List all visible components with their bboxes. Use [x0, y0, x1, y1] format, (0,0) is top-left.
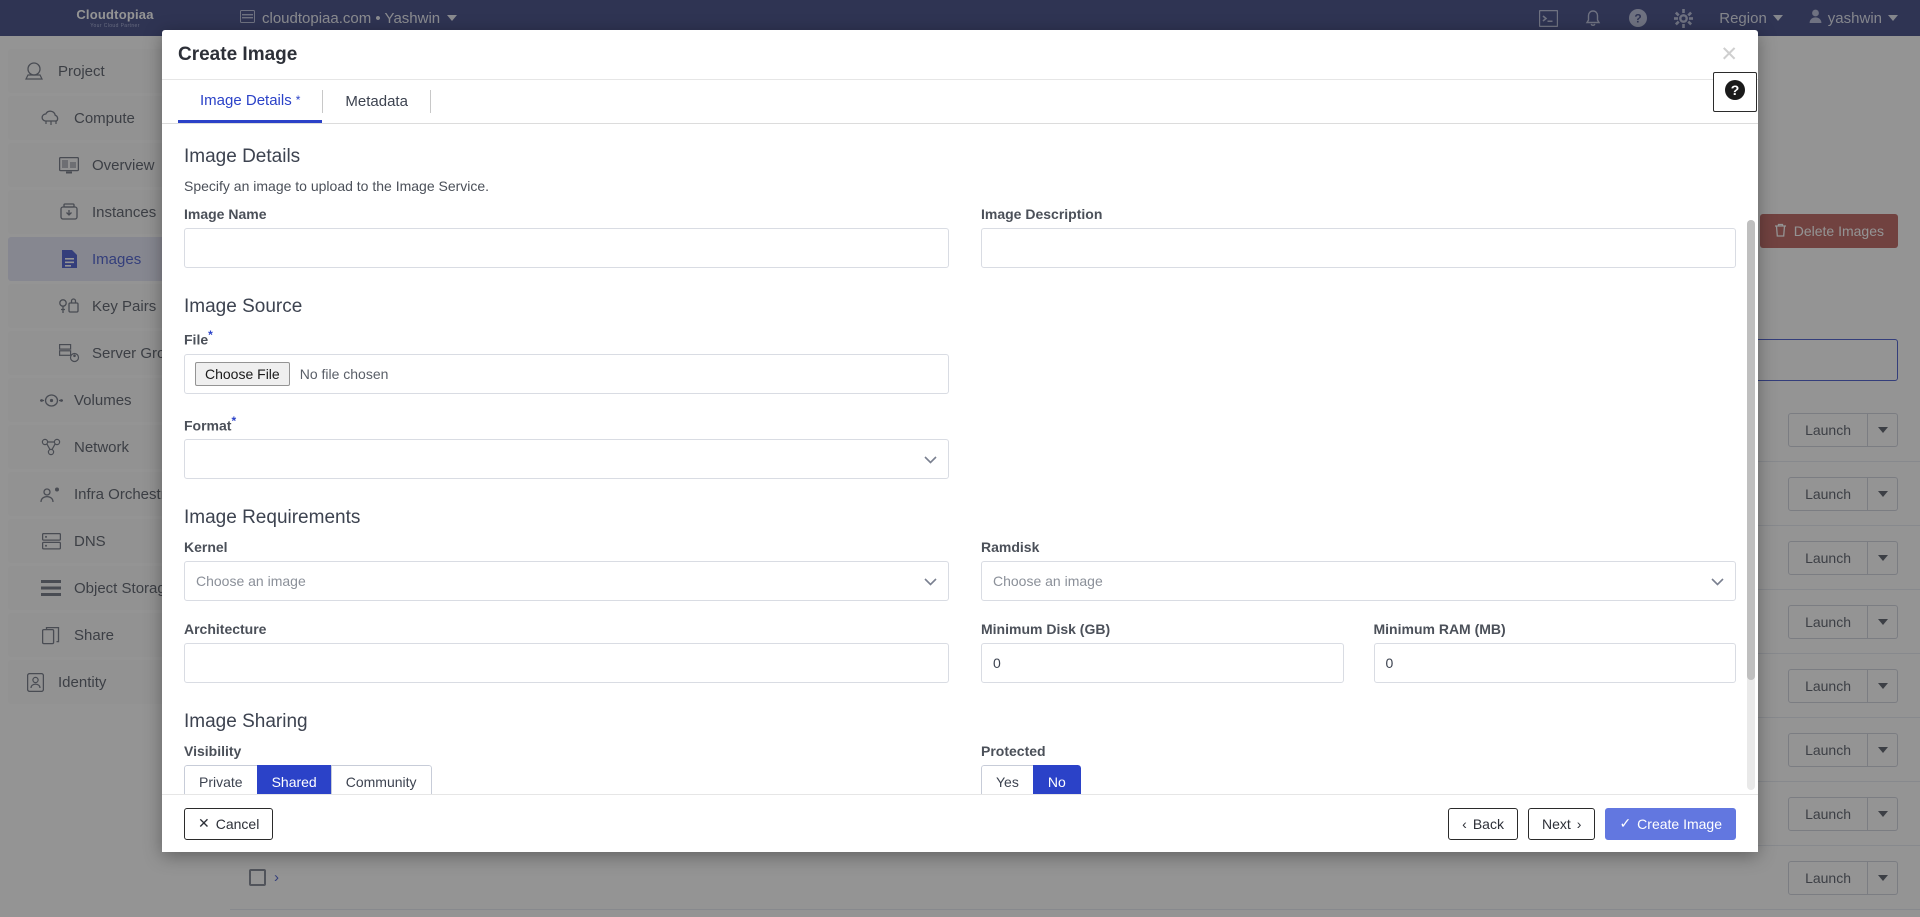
section-heading-image-details: Image Details [184, 146, 1736, 168]
kernel-select-value: Choose an image [196, 573, 306, 589]
protected-option-no[interactable]: No [1033, 765, 1081, 794]
architecture-input[interactable] [184, 643, 949, 683]
protected-option-yes[interactable]: Yes [981, 765, 1033, 794]
check-icon: ✓ [1619, 815, 1631, 832]
create-image-label: Create Image [1637, 816, 1722, 832]
architecture-label: Architecture [184, 621, 949, 637]
modal-footer: ✕ Cancel ‹ Back Next › ✓ Create Image [162, 794, 1758, 852]
file-status-text: No file chosen [300, 366, 389, 382]
help-circle-icon: ? [1724, 79, 1746, 106]
page-title: Create Image [178, 44, 297, 66]
visibility-option-private[interactable]: Private [184, 765, 257, 794]
next-label: Next [1542, 816, 1571, 832]
required-marker: * [208, 328, 213, 342]
visibility-option-community[interactable]: Community [331, 765, 432, 794]
modal-body: Image Details Specify an image to upload… [162, 124, 1758, 794]
protected-label: Protected [981, 743, 1736, 759]
choose-file-button[interactable]: Choose File [195, 362, 290, 386]
x-icon: ✕ [198, 815, 210, 832]
format-label: Format* [184, 414, 949, 434]
scrollbar-thumb[interactable] [1747, 220, 1755, 680]
modal-scrollbar[interactable] [1747, 220, 1755, 790]
cancel-button[interactable]: ✕ Cancel [184, 808, 273, 840]
minimum-ram-input[interactable] [1374, 643, 1737, 683]
image-name-label: Image Name [184, 206, 949, 222]
back-label: Back [1473, 816, 1504, 832]
image-description-label: Image Description [981, 206, 1736, 222]
minimum-disk-label: Minimum Disk (GB) [981, 621, 1344, 637]
tab-label: Metadata [345, 93, 408, 110]
next-button[interactable]: Next › [1528, 808, 1595, 840]
section-heading-image-sharing: Image Sharing [184, 711, 1736, 733]
visibility-option-shared[interactable]: Shared [257, 765, 331, 794]
back-button[interactable]: ‹ Back [1448, 808, 1518, 840]
file-label: File* [184, 328, 949, 348]
modal-tabs: Image Details * Metadata ? [162, 80, 1758, 124]
modal-header: Create Image ✕ [162, 30, 1758, 80]
format-select[interactable] [184, 439, 949, 479]
tab-image-details[interactable]: Image Details * [178, 80, 322, 123]
ramdisk-label: Ramdisk [981, 539, 1736, 555]
chevron-down-icon [1711, 573, 1724, 589]
section-heading-image-requirements: Image Requirements [184, 507, 1736, 529]
minimum-ram-label: Minimum RAM (MB) [1374, 621, 1737, 637]
ramdisk-select-value: Choose an image [993, 573, 1103, 589]
format-label-text: Format [184, 417, 231, 433]
section-heading-image-source: Image Source [184, 296, 1736, 318]
required-marker: * [231, 414, 236, 428]
visibility-toggle-group: Private Shared Community [184, 765, 432, 794]
svg-text:?: ? [1731, 82, 1740, 98]
create-image-modal: Create Image ✕ Image Details * Metadata … [162, 30, 1758, 852]
image-description-input[interactable] [981, 228, 1736, 268]
kernel-select[interactable]: Choose an image [184, 561, 949, 601]
chevron-down-icon [924, 451, 937, 467]
create-image-button[interactable]: ✓ Create Image [1605, 808, 1736, 840]
screen: Cloudtopiaa Your Cloud Partner cloudtopi… [0, 0, 1920, 917]
ramdisk-select[interactable]: Choose an image [981, 561, 1736, 601]
help-button[interactable]: ? [1713, 72, 1757, 112]
file-input[interactable]: Choose File No file chosen [184, 354, 949, 394]
cancel-label: Cancel [216, 816, 260, 832]
tab-label: Image Details [200, 92, 292, 109]
tab-metadata[interactable]: Metadata [323, 80, 430, 123]
protected-toggle-group: Yes No [981, 765, 1081, 794]
visibility-label: Visibility [184, 743, 949, 759]
kernel-label: Kernel [184, 539, 949, 555]
file-label-text: File [184, 332, 208, 348]
close-icon[interactable]: ✕ [1720, 44, 1738, 65]
tab-divider [430, 90, 431, 113]
image-name-input[interactable] [184, 228, 949, 268]
chevron-down-icon [924, 573, 937, 589]
section-description: Specify an image to upload to the Image … [184, 178, 1736, 194]
required-marker: * [296, 93, 301, 107]
chevron-left-icon: ‹ [1462, 816, 1467, 832]
chevron-right-icon: › [1577, 816, 1582, 832]
minimum-disk-input[interactable] [981, 643, 1344, 683]
